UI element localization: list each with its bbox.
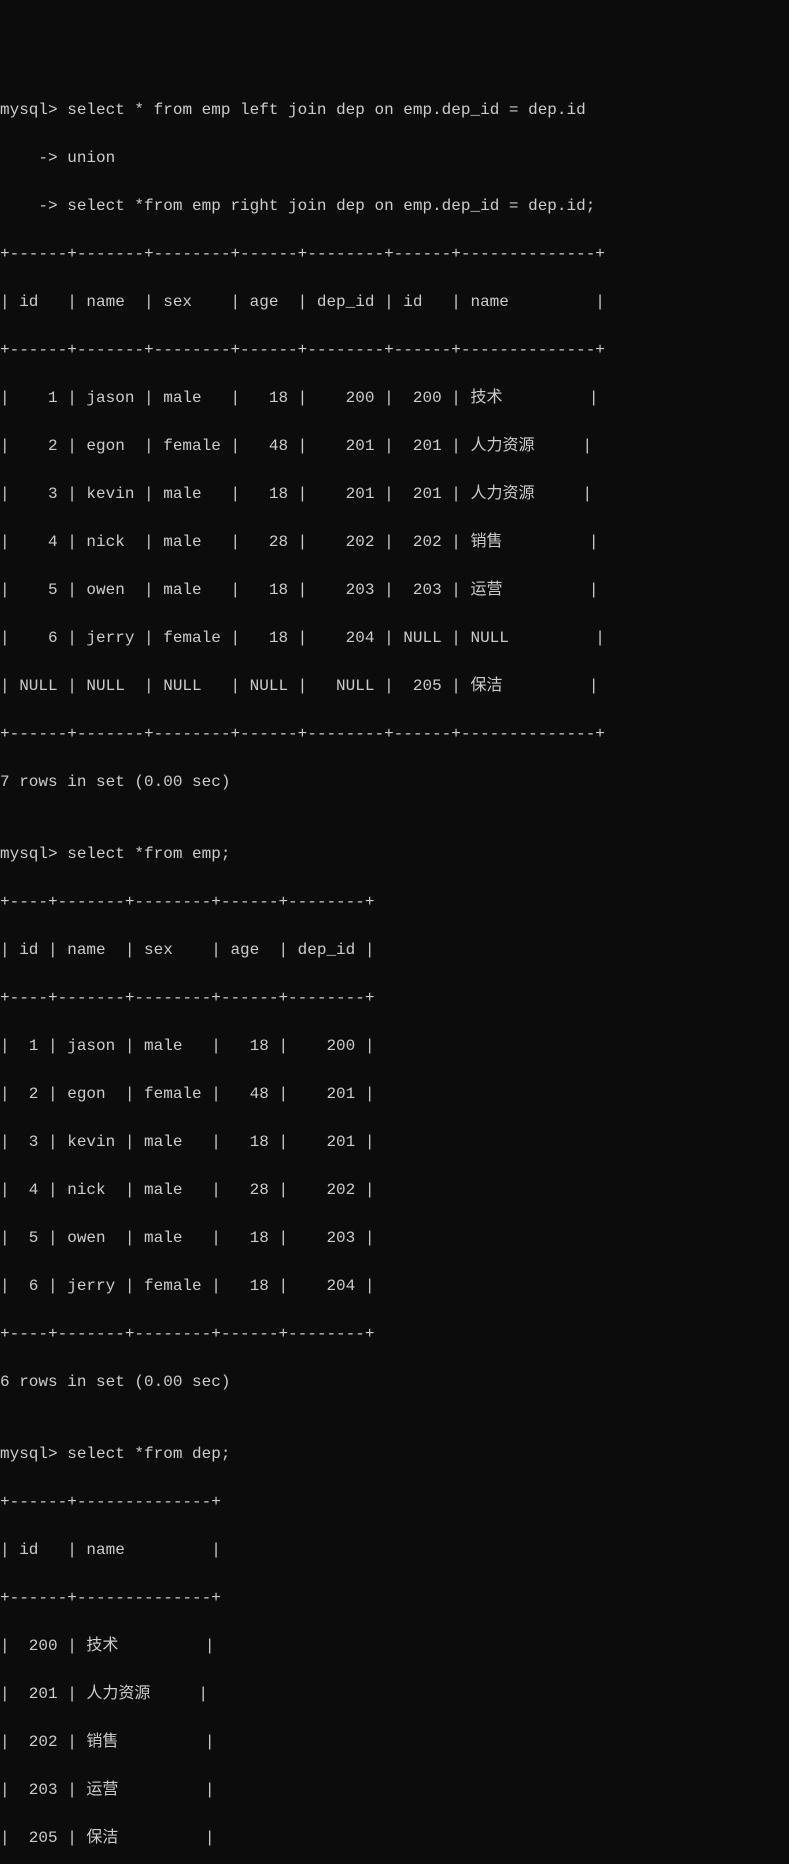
table3-border-top: +------+--------------+ [0, 1490, 789, 1514]
table3-border-mid: +------+--------------+ [0, 1586, 789, 1610]
table-row: | 2 | egon | female | 48 | 201 | [0, 1082, 789, 1106]
table1-header: | id | name | sex | age | dep_id | id | … [0, 290, 789, 314]
table-row: | 200 | 技术 | [0, 1634, 789, 1658]
sql-command: select * from emp left join dep on emp.d… [67, 101, 585, 119]
query1-line2: -> union [0, 146, 789, 170]
table-row: | 3 | kevin | male | 18 | 201 | [0, 1130, 789, 1154]
query3-line: mysql> select *from dep; [0, 1442, 789, 1466]
sql-command: union [67, 149, 115, 167]
table1-status: 7 rows in set (0.00 sec) [0, 770, 789, 794]
table-row: | 4 | nick | male | 28 | 202 | 202 | 销售 … [0, 530, 789, 554]
table-row: | 4 | nick | male | 28 | 202 | [0, 1178, 789, 1202]
continuation-prompt[interactable]: -> [0, 149, 67, 167]
mysql-prompt[interactable]: mysql> [0, 845, 67, 863]
mysql-prompt[interactable]: mysql> [0, 1445, 67, 1463]
table-row: | 3 | kevin | male | 18 | 201 | 201 | 人力… [0, 482, 789, 506]
table-row: | 5 | owen | male | 18 | 203 | 203 | 运营 … [0, 578, 789, 602]
table3-header: | id | name | [0, 1538, 789, 1562]
table-row: | 205 | 保洁 | [0, 1826, 789, 1850]
table2-header: | id | name | sex | age | dep_id | [0, 938, 789, 962]
table2-status: 6 rows in set (0.00 sec) [0, 1370, 789, 1394]
table1-border-top: +------+-------+--------+------+--------… [0, 242, 789, 266]
table-row: | 6 | jerry | female | 18 | 204 | [0, 1274, 789, 1298]
sql-command: select *from dep; [67, 1445, 230, 1463]
sql-command: select *from emp right join dep on emp.d… [67, 197, 595, 215]
table-row: | 203 | 运营 | [0, 1778, 789, 1802]
table1-border-bot: +------+-------+--------+------+--------… [0, 722, 789, 746]
query2-line: mysql> select *from emp; [0, 842, 789, 866]
table-row: | 6 | jerry | female | 18 | 204 | NULL |… [0, 626, 789, 650]
table-row: | 2 | egon | female | 48 | 201 | 201 | 人… [0, 434, 789, 458]
table-row: | 5 | owen | male | 18 | 203 | [0, 1226, 789, 1250]
table2-border-bot: +----+-------+--------+------+--------+ [0, 1322, 789, 1346]
table-row: | 201 | 人力资源 | [0, 1682, 789, 1706]
mysql-prompt[interactable]: mysql> [0, 101, 67, 119]
table-row: | 1 | jason | male | 18 | 200 | 200 | 技术… [0, 386, 789, 410]
table2-border-mid: +----+-------+--------+------+--------+ [0, 986, 789, 1010]
table1-border-mid: +------+-------+--------+------+--------… [0, 338, 789, 362]
table-row: | 202 | 销售 | [0, 1730, 789, 1754]
query1-line3: -> select *from emp right join dep on em… [0, 194, 789, 218]
table-row: | NULL | NULL | NULL | NULL | NULL | 205… [0, 674, 789, 698]
table-row: | 1 | jason | male | 18 | 200 | [0, 1034, 789, 1058]
table2-border-top: +----+-------+--------+------+--------+ [0, 890, 789, 914]
query1-line1: mysql> select * from emp left join dep o… [0, 98, 789, 122]
sql-command: select *from emp; [67, 845, 230, 863]
continuation-prompt[interactable]: -> [0, 197, 67, 215]
